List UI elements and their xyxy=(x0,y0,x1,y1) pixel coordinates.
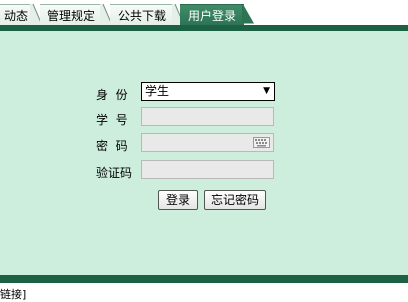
password-label: 密 码 xyxy=(96,137,128,154)
identity-label-text: 身 份 xyxy=(96,88,128,102)
tab-regulations[interactable]: 管理规定 xyxy=(40,4,102,25)
captcha-label-text: 验证码 xyxy=(96,166,133,180)
captcha-input[interactable] xyxy=(141,160,274,179)
student-id-label-text: 学 号 xyxy=(96,113,128,127)
tab-regulations-label: 管理规定 xyxy=(46,9,95,23)
forgot-password-button[interactable]: 忘记密码 xyxy=(204,190,266,210)
password-label-text: 密 码 xyxy=(96,139,128,153)
password-input[interactable] xyxy=(141,133,274,152)
tab-news-label: 动态 xyxy=(3,9,28,23)
identity-selected-value: 学生 xyxy=(145,84,170,98)
student-id-input[interactable] xyxy=(141,107,274,126)
identity-select[interactable]: 学生 ▼ xyxy=(141,82,275,101)
login-panel: 身 份 学生 ▼ 学 号 密 码 验证码 登录 忘记密码 xyxy=(0,31,408,275)
dropdown-arrow-icon: ▼ xyxy=(263,86,270,96)
tab-bar: 动态 管理规定 公共下载 用户登录 xyxy=(0,0,408,25)
tab-user-login[interactable]: 用户登录 xyxy=(180,4,244,25)
captcha-label: 验证码 xyxy=(96,164,132,181)
login-button[interactable]: 登录 xyxy=(158,190,198,210)
tab-downloads[interactable]: 公共下载 xyxy=(110,4,174,25)
footer-link-label: 链接] xyxy=(0,288,27,301)
tab-news[interactable]: 动态 xyxy=(0,4,32,25)
identity-label: 身 份 xyxy=(96,86,128,103)
tab-user-login-label: 用户登录 xyxy=(187,9,236,23)
keyboard-icon[interactable] xyxy=(253,137,270,148)
tab-active-edge xyxy=(242,5,254,24)
forgot-password-button-label: 忘记密码 xyxy=(210,193,259,207)
footer-bar xyxy=(0,275,408,283)
student-id-label: 学 号 xyxy=(96,111,128,128)
tab-downloads-label: 公共下载 xyxy=(117,9,166,23)
login-button-label: 登录 xyxy=(165,193,190,207)
